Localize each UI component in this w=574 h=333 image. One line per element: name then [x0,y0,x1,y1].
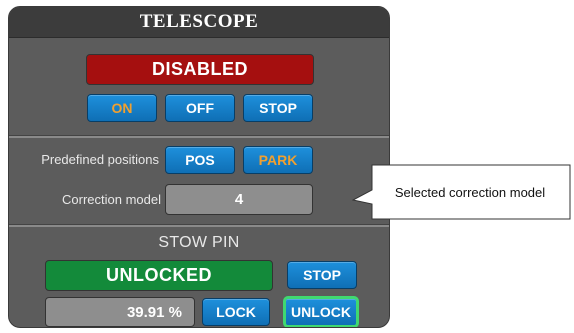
correction-model-label: Correction model [62,192,161,207]
section-divider [9,224,389,227]
telescope-on-button[interactable]: ON [87,94,157,122]
lock-button[interactable]: LOCK [202,298,270,326]
stow-pin-status-indicator: UNLOCKED [45,260,273,291]
section-divider [9,135,389,138]
telescope-stop-button[interactable]: STOP [243,94,313,122]
pos-button[interactable]: POS [165,146,235,174]
predefined-positions-label: Predefined positions [41,152,159,167]
panel-header: TELESCOPE [9,7,389,38]
stow-pin-title: STOW PIN [158,234,240,251]
park-button[interactable]: PARK [243,146,313,174]
stow-pin-progress-value: 39.91 % [126,303,182,321]
correction-model-value: 4 [234,191,244,208]
callout-annotation: Selected correction model [352,164,572,220]
stow-pin-stop-button[interactable]: STOP [287,261,357,289]
telescope-off-button[interactable]: OFF [165,94,235,122]
unlock-button[interactable]: UNLOCK [283,296,359,327]
telescope-panel: TELESCOPE DISABLED ON OFF STOP Predefine… [8,6,390,328]
stow-pin-progress-field: 39.91 % [45,297,195,327]
telescope-status-indicator: DISABLED [86,54,314,85]
panel-title: TELESCOPE [139,11,259,32]
callout-text: Selected correction model [394,184,546,200]
correction-model-field[interactable]: 4 [165,184,313,215]
